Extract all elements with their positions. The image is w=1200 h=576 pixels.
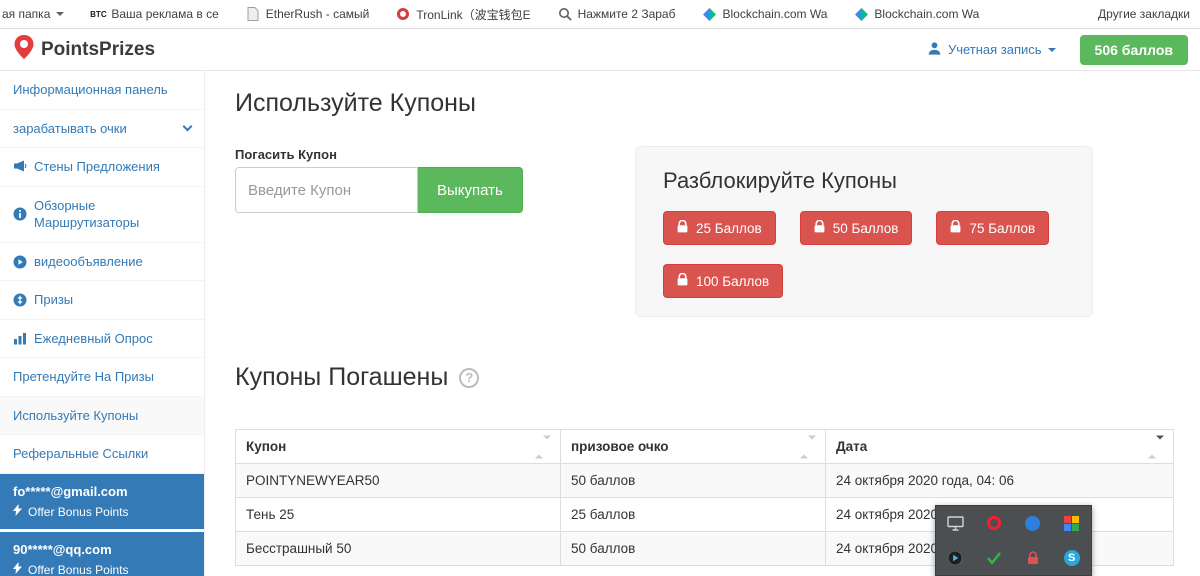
help-icon[interactable]: ? (459, 368, 479, 388)
bookmark-label: Blockchain.com Wa (722, 7, 827, 21)
bookmark-label: Ваша реклама в се (111, 7, 218, 21)
bookmark-item[interactable]: TronLink（波宝钱包E EtherRush - самый (246, 7, 370, 21)
cell-date: 24 октября 2020 года, 04: 06 (826, 464, 1174, 498)
bar-chart-icon (13, 332, 27, 345)
red-lock-icon[interactable] (1022, 547, 1044, 569)
sidebar-item-use-coupons[interactable]: Используйте Купоны (0, 397, 204, 436)
pointsprizes-pin-icon (12, 34, 36, 65)
btc-favicon: BTC (91, 7, 105, 21)
megaphone-icon (13, 160, 27, 173)
account-email: fo*****@gmail.com (13, 484, 191, 499)
color-grid-icon[interactable] (1061, 512, 1083, 534)
redeem-button[interactable]: Выкупать (418, 167, 523, 213)
sidebar-item-offer-walls[interactable]: Стены Предложения (0, 148, 204, 187)
search-favicon (558, 7, 572, 21)
unlock-coupons-card: Разблокируйте Купоны 25 Баллов 50 Баллов (635, 146, 1093, 317)
chevron-down-icon (183, 121, 193, 131)
bookmark-item[interactable]: Blockchain.com Wa (702, 7, 827, 21)
account-email: 90*****@qq.com (13, 542, 191, 557)
unlock-coupons-title: Разблокируйте Купоны (663, 168, 1065, 194)
sort-icon (800, 439, 816, 454)
lock-icon (677, 273, 688, 289)
unlock-50-button[interactable]: 50 Баллов (800, 211, 913, 245)
system-tray-popup: S (935, 505, 1092, 576)
caret-down-icon (1048, 48, 1056, 52)
blue-app-icon[interactable] (1022, 512, 1044, 534)
money-icon (13, 293, 27, 307)
unlock-75-button[interactable]: 75 Баллов (936, 211, 1049, 245)
media-play-icon[interactable] (944, 547, 966, 569)
skype-icon[interactable]: S (1061, 547, 1083, 569)
cell-points: 25 баллов (561, 498, 826, 532)
account-menu[interactable]: Учетная запись (927, 41, 1056, 59)
sidebar-item-daily-poll[interactable]: Ежедневный Опрос (0, 320, 204, 359)
cell-coupon: Бесстрашный 50 (236, 532, 561, 566)
bookmark-label: Нажмите 2 Зараб (578, 7, 676, 21)
table-row: POINTYNEWYEAR50 50 баллов 24 октября 202… (236, 464, 1174, 498)
bookmark-label: Blockchain.com Wa (874, 7, 979, 21)
redeemed-coupons-title: Купоны Погашены (235, 363, 448, 392)
play-circle-icon (13, 255, 27, 269)
brand-logo[interactable]: PointsPrizes (12, 34, 155, 65)
bookmark-label: TronLink（波宝钱包E (416, 6, 530, 23)
bookmark-item[interactable]: TronLink（波宝钱包E (396, 6, 530, 23)
brand-title: PointsPrizes (41, 39, 155, 61)
sidebar-item-earn-points[interactable]: зарабатывать очки (0, 110, 204, 149)
blockchain-favicon (854, 7, 868, 21)
unlock-100-button[interactable]: 100 Баллов (663, 264, 783, 298)
redeemed-coupons-heading: Купоны Погашены ? (235, 363, 479, 392)
redeem-coupon-label: Погасить Купон (235, 147, 337, 162)
sidebar-item-survey-routers[interactable]: Обзорные Маршрутизаторы (0, 187, 204, 243)
sidebar: Информационная панель зарабатывать очки … (0, 71, 205, 576)
cell-points: 50 баллов (561, 464, 826, 498)
sidebar-item-prizes[interactable]: Призы (0, 281, 204, 320)
page-favicon (246, 7, 260, 21)
coupon-input[interactable] (235, 167, 418, 213)
sidebar-item-dashboard[interactable]: Информационная панель (0, 71, 204, 110)
column-header-date[interactable]: Дата (826, 430, 1174, 464)
cell-points: 50 баллов (561, 532, 826, 566)
tronlink-favicon (396, 7, 410, 21)
other-bookmarks[interactable]: Другие закладки (1098, 7, 1190, 21)
caret-down-icon (56, 12, 64, 16)
display-icon[interactable] (944, 512, 966, 534)
account-label: Учетная запись (948, 42, 1042, 57)
cell-coupon: POINTYNEWYEAR50 (236, 464, 561, 498)
lock-icon (814, 220, 825, 236)
points-badge[interactable]: 506 баллов (1080, 35, 1188, 65)
cell-coupon: Тень 25 (236, 498, 561, 532)
bookmark-item[interactable]: Blockchain.com Wa (854, 7, 979, 21)
info-circle-icon (13, 207, 27, 221)
bookmark-label: EtherRush - самый (266, 7, 370, 21)
opera-icon[interactable] (983, 512, 1005, 534)
bolt-icon (13, 562, 22, 576)
main-content: Используйте Купоны Погасить Купон Выкупа… (205, 71, 1200, 576)
sidebar-item-claim-prizes[interactable]: Претендуйте На Призы (0, 358, 204, 397)
column-header-coupon[interactable]: Купон (236, 430, 561, 464)
column-header-points[interactable]: призовое очко (561, 430, 826, 464)
redeem-input-group: Выкупать (235, 167, 523, 213)
bookmark-folder[interactable]: ая папка (2, 7, 64, 21)
bonus-account-qq[interactable]: 90*****@qq.com Offer Bonus Points (0, 532, 204, 576)
lock-icon (677, 220, 688, 236)
page-title: Используйте Купоны (235, 89, 476, 118)
bonus-points-label: Offer Bonus Points (28, 505, 129, 519)
sort-icon (535, 439, 551, 454)
bookmark-item[interactable]: Нажмите 2 Зараб (558, 7, 676, 21)
lock-icon (950, 220, 961, 236)
bolt-icon (13, 504, 22, 519)
sidebar-item-video-ad[interactable]: видеообъявление (0, 243, 204, 282)
unlock-25-button[interactable]: 25 Баллов (663, 211, 776, 245)
blockchain-favicon (702, 7, 716, 21)
bookmark-item[interactable]: BTC Ваша реклама в се (91, 7, 218, 21)
green-check-icon[interactable] (983, 547, 1005, 569)
bonus-account-gmail[interactable]: fo*****@gmail.com Offer Bonus Points (0, 474, 204, 529)
site-header: PointsPrizes Учетная запись 506 баллов (0, 29, 1200, 71)
bookmark-label: ая папка (2, 7, 50, 21)
sidebar-item-referral-links[interactable]: Реферальные Ссылки (0, 435, 204, 474)
bonus-points-label: Offer Bonus Points (28, 563, 129, 576)
bookmarks-bar: ая папка BTC Ваша реклама в се TronLink（… (0, 0, 1200, 29)
person-icon (927, 41, 942, 59)
sort-desc-icon (1148, 439, 1164, 454)
